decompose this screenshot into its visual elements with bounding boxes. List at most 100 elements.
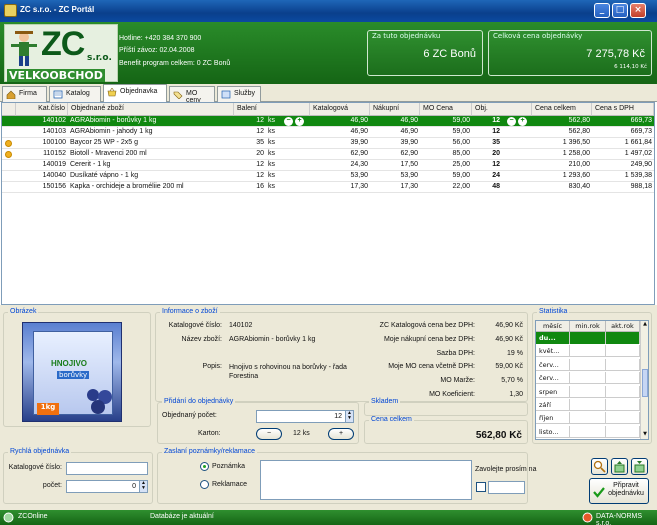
basket-icon: [107, 88, 117, 97]
statistics-table[interactable]: měsíc min.rok akt.rok du... květ... červ..…: [535, 320, 649, 440]
decrease-obj-button[interactable]: −: [507, 117, 516, 126]
stat-col-month[interactable]: měsíc: [536, 321, 570, 332]
close-button[interactable]: ×: [630, 3, 646, 18]
cell-unit: ks: [268, 150, 275, 157]
cell-name: Baycor 25 WP - 2x5 g: [70, 139, 138, 146]
total-value: 7 275,78 Kč: [586, 48, 645, 60]
increase-qty-button[interactable]: +: [295, 117, 304, 126]
maximize-button[interactable]: □: [612, 3, 628, 18]
quick-count-spinner[interactable]: ▲ ▼: [139, 481, 147, 492]
stat-col-minrok[interactable]: min.rok: [570, 321, 606, 332]
radio-poznamka-label[interactable]: Poznámka: [212, 463, 245, 470]
table-row[interactable]: 150156 Kapka - orchideje a broméliie 200 …: [2, 182, 654, 193]
cell-cena-dph: 669,73: [630, 128, 652, 135]
column-header-name[interactable]: Objednané zboží: [68, 103, 234, 116]
info-k3-label: Sazba DPH:: [436, 350, 475, 357]
export-icon: [614, 461, 625, 473]
radio-poznamka[interactable]: [200, 462, 209, 471]
scroll-thumb[interactable]: [642, 369, 648, 397]
statistics-row[interactable]: říjen: [536, 412, 640, 425]
cell-name: AGRAbiomin - jahody 1 kg: [70, 128, 153, 135]
cell-nakupni: 46,90: [400, 128, 418, 135]
column-header-katalogova[interactable]: Katalogová: [310, 103, 370, 116]
warning-dot-icon: [5, 140, 12, 147]
note-textarea[interactable]: [260, 460, 472, 500]
tab-mo-ceny[interactable]: MO ceny: [169, 86, 215, 104]
call-phone-input[interactable]: [488, 481, 525, 494]
increase-obj-button[interactable]: +: [518, 117, 527, 126]
radio-reklamace[interactable]: [200, 480, 209, 489]
window-title: ZC s.r.o. - ZC Portál: [20, 5, 95, 14]
qty-input[interactable]: 12 ▲ ▼: [256, 410, 354, 423]
info-k4-label: Moje MO cena včetně DPH:: [388, 363, 475, 370]
decrease-qty-button[interactable]: −: [284, 117, 293, 126]
table-row[interactable]: 100100 Baycor 25 WP - 2x5 g 35 ks 39,90 39,90…: [2, 138, 654, 149]
stat-aktrok: [606, 385, 640, 398]
qty-spinner[interactable]: ▲ ▼: [345, 411, 353, 422]
status-bar: ZCOnline Databáze je aktuální DATA-NORMS…: [0, 510, 657, 525]
total-price-value: 562,80 Kč: [475, 430, 522, 441]
call-checkbox[interactable]: [476, 482, 486, 492]
table-row[interactable]: 140019 Cererit - 1 kg 12 ks 24,30 17,50 25,00 1…: [2, 160, 654, 171]
table-row[interactable]: 140102 AGRAbiomin - borůvky 1 kg 12 ks 46,90…: [2, 116, 654, 127]
cell-cena-celkem: 562,80: [568, 128, 590, 135]
scroll-down-icon[interactable]: ▼: [641, 431, 649, 439]
tab-sluzby[interactable]: Služby: [217, 86, 261, 102]
column-header-cena-celkem[interactable]: Cena celkem: [532, 103, 592, 116]
stat-month: září: [536, 399, 570, 411]
statistics-title: Statistika: [537, 308, 570, 315]
logo-sro: s.r.o.: [87, 53, 112, 63]
cell-unit: ks: [268, 128, 275, 135]
statistics-row[interactable]: srpen: [536, 385, 640, 398]
statistics-row[interactable]: du...: [536, 332, 640, 344]
stat-minrok: [570, 425, 606, 438]
qty-label: Objednaný počet:: [162, 412, 217, 419]
column-header-obj[interactable]: Obj.: [472, 103, 532, 116]
cell-cena-celkem: 1 396,50: [562, 139, 590, 146]
karton-increase-button[interactable]: +: [328, 428, 354, 440]
scroll-up-icon[interactable]: ▲: [641, 321, 649, 329]
statistics-row[interactable]: květ...: [536, 345, 640, 358]
statistics-row[interactable]: červ...: [536, 372, 640, 385]
cell-cena-dph: 669,73: [630, 117, 652, 124]
statistics-row[interactable]: září: [536, 399, 640, 411]
statistics-scrollbar[interactable]: ▲ ▼: [640, 321, 648, 439]
quick-kat-input[interactable]: [66, 462, 148, 475]
stat-minrok: [570, 399, 606, 411]
karton-decrease-button[interactable]: −: [256, 428, 282, 440]
tab-objednavka[interactable]: Objednavka: [103, 84, 167, 103]
export-button[interactable]: [611, 458, 628, 475]
cell-mo-cena: 56,00: [452, 139, 470, 146]
cell-nakupni: 62,90: [400, 150, 418, 157]
cell-obj: 35: [492, 139, 500, 146]
minimize-button[interactable]: _: [594, 3, 610, 18]
search-order-button[interactable]: [591, 458, 608, 475]
column-header-mo-cena[interactable]: MO Cena: [420, 103, 472, 116]
column-header-baleni[interactable]: Balení: [234, 103, 310, 116]
table-row[interactable]: 140040 Dusíkaté vápno - 1 kg 12 ks 53,90 53,9…: [2, 171, 654, 182]
stat-aktrok: [606, 412, 640, 425]
column-header-kat[interactable]: Kat.číslo: [16, 103, 68, 116]
cell-nakupni: 17,50: [400, 161, 418, 168]
tab-katalog[interactable]: Katalog: [49, 86, 101, 102]
stat-col-aktrok[interactable]: akt.rok: [606, 321, 640, 332]
table-row[interactable]: 110152 Biotoll - Mravenci 200 ml 20 ks 62,90…: [2, 149, 654, 160]
statistics-row[interactable]: červ...: [536, 358, 640, 371]
column-header-cena-dph[interactable]: Cena s DPH: [592, 103, 654, 116]
prepare-order-button[interactable]: Připravit objednávku: [589, 478, 649, 504]
order-grid[interactable]: Kat.číslo Objednané zboží Balení Katalog…: [1, 102, 655, 305]
cell-baleni: 12: [256, 128, 264, 135]
quick-count-input[interactable]: 0 ▲ ▼: [66, 480, 148, 493]
catalog-icon: [53, 90, 63, 99]
info-k1-value: 46,90 Kč: [495, 322, 523, 329]
table-row[interactable]: 140103 AGRAbiomin - jahody 1 kg 12 ks 46,90 4…: [2, 127, 654, 138]
tab-bar: Firma Katalog Objednavka MO ceny Služby: [0, 84, 657, 104]
statistics-row[interactable]: listo...: [536, 425, 640, 438]
radio-reklamace-label[interactable]: Reklamace: [212, 481, 247, 488]
column-header-nakupni[interactable]: Nákupní: [370, 103, 420, 116]
title-bar[interactable]: ZC s.r.o. - ZC Portál _ □ ×: [0, 0, 657, 22]
cell-nakupni: 46,90: [400, 117, 418, 124]
tab-firma[interactable]: Firma: [2, 86, 47, 102]
prepare-order-label: Připravit objednávku: [608, 482, 644, 497]
import-button[interactable]: [631, 458, 648, 475]
